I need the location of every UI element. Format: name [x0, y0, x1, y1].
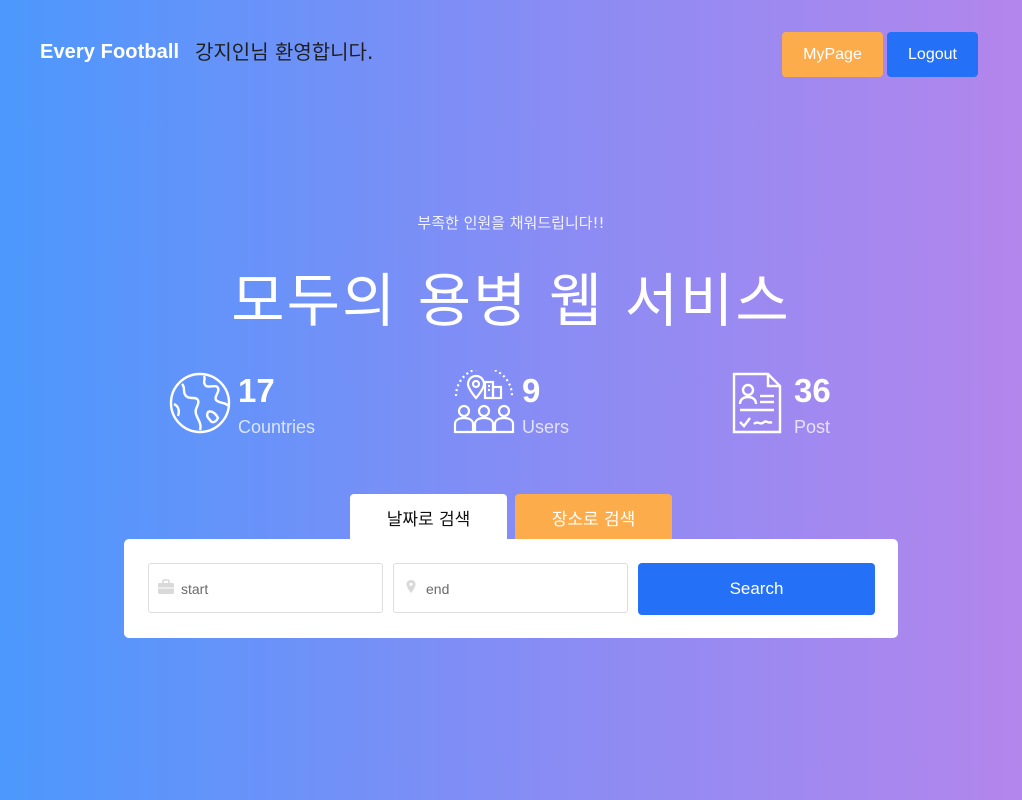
document-icon: [732, 372, 782, 434]
start-field[interactable]: [148, 563, 383, 613]
end-input[interactable]: [424, 576, 623, 602]
users-location-icon: [453, 370, 515, 434]
stat-posts-label: Post: [794, 417, 831, 437]
stat-users-value: 9: [522, 372, 541, 409]
top-navbar: Every Football 강지인님 환영합니다. MyPage Logout: [0, 0, 1022, 100]
tab-search-by-date[interactable]: 날짜로 검색: [350, 494, 507, 540]
stat-countries-label: Countries: [238, 417, 316, 437]
search-panel: Search: [124, 539, 898, 638]
search-button[interactable]: Search: [638, 563, 875, 615]
stat-posts-value: 36: [794, 372, 831, 409]
brand-logo[interactable]: Every Football: [40, 41, 179, 64]
tab-search-by-place[interactable]: 장소로 검색: [515, 494, 672, 540]
briefcase-icon: [158, 579, 174, 594]
mypage-button[interactable]: MyPage: [782, 32, 883, 77]
start-input[interactable]: [179, 576, 378, 602]
stat-users-label: Users: [522, 417, 570, 437]
stat-countries-value: 17: [238, 372, 275, 409]
welcome-message: 강지인님 환영합니다.: [195, 40, 374, 64]
globe-icon: [169, 372, 231, 434]
hero-title: 모두의 용병 웹 서비스: [231, 267, 791, 335]
map-pin-icon: [406, 580, 416, 593]
logout-button[interactable]: Logout: [887, 32, 978, 77]
hero-subtitle: 부족한 인원을 채워드립니다!!: [417, 214, 605, 232]
end-field[interactable]: [393, 563, 628, 613]
